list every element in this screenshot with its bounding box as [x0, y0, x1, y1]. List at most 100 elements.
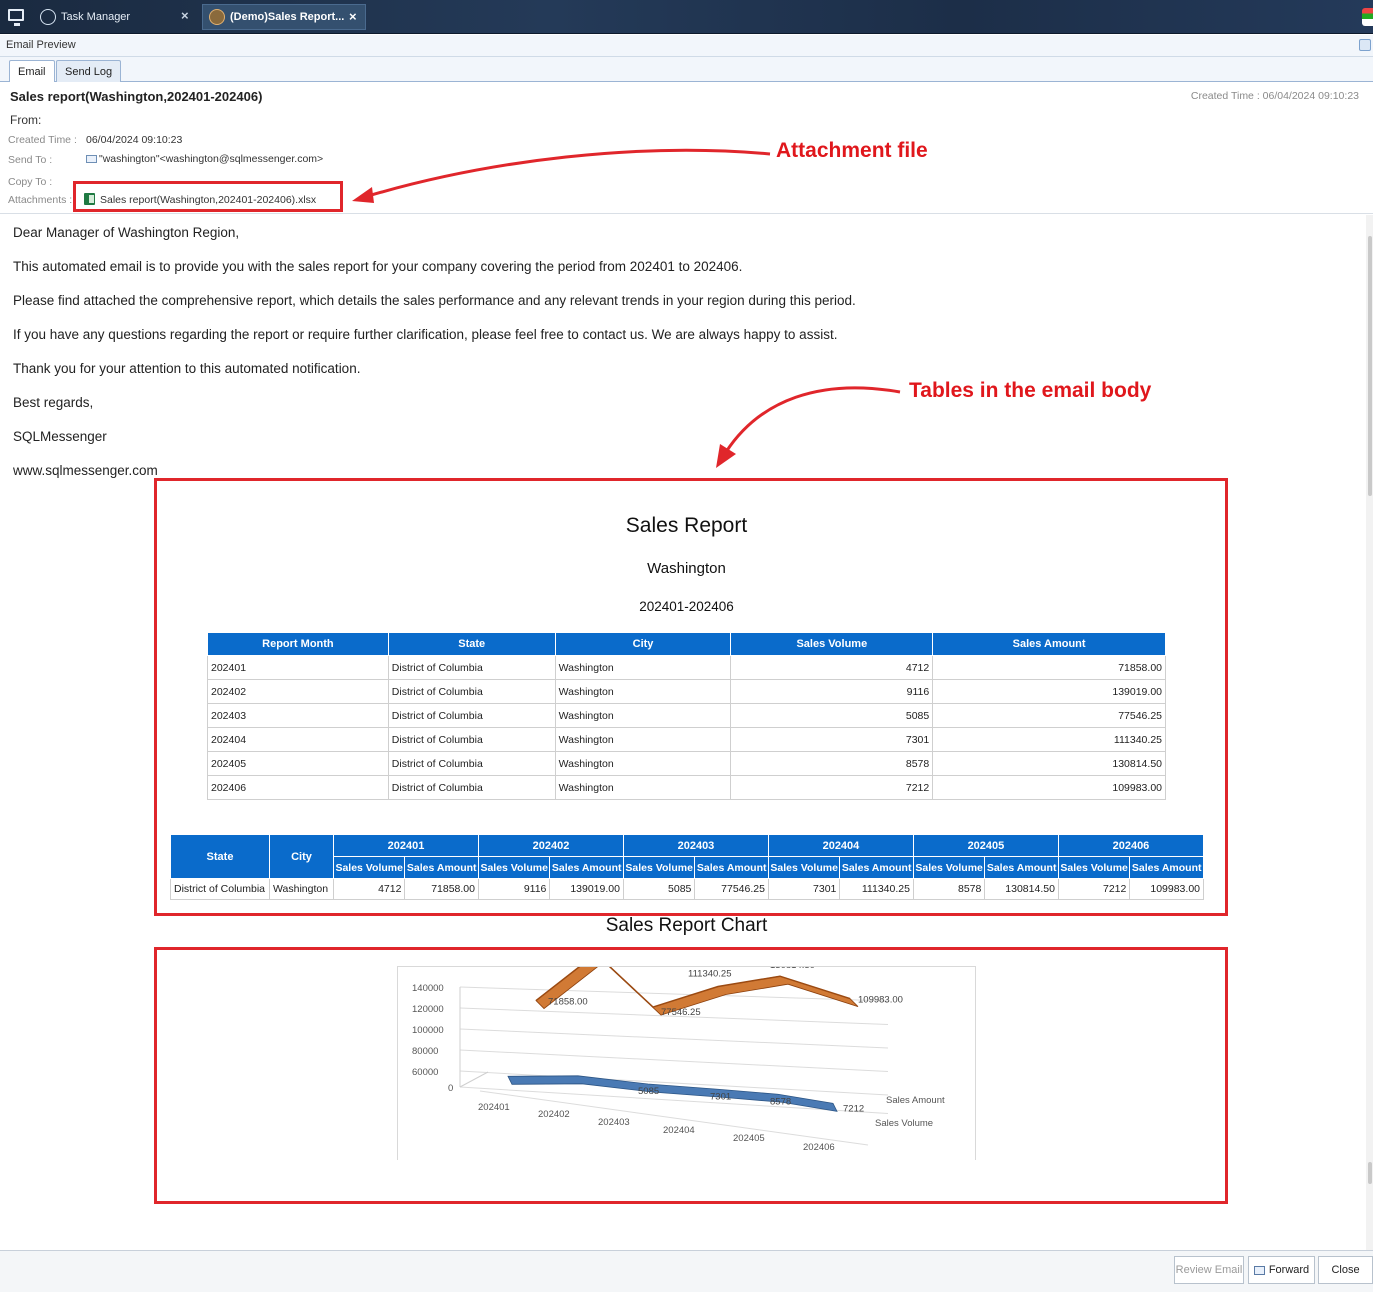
- table-cell: 202405: [207, 751, 389, 776]
- table-cell: District of Columbia: [387, 751, 556, 776]
- tab-label: (Demo)Sales Report...: [230, 11, 345, 23]
- report-period: 202401-202406: [639, 599, 734, 614]
- table-cell: 202403: [207, 703, 389, 728]
- report-task-icon: [209, 9, 225, 25]
- body-website[interactable]: www.sqlmessenger.com: [13, 463, 158, 478]
- email-subject: Sales report(Washington,202401-202406): [10, 89, 263, 104]
- sales-chart: 140000 120000 100000 80000 60000 0 202401 20240…: [397, 952, 976, 1160]
- month-header: 202406: [1057, 834, 1205, 857]
- data-label-volume: 7212: [843, 1103, 864, 1114]
- desktop-icon[interactable]: [8, 9, 24, 26]
- month-header: 202403: [622, 834, 769, 857]
- series-label-volume: Sales Volume: [875, 1118, 933, 1129]
- x-tick-label: 202405: [733, 1133, 765, 1144]
- scrollbar-thumb-lower[interactable]: [1368, 1162, 1372, 1184]
- table-cell: 71858.00: [932, 655, 1166, 680]
- envelope-icon: [86, 155, 97, 163]
- table-cell: 111340.25: [932, 727, 1166, 752]
- table-cell: 202404: [207, 727, 389, 752]
- sub-header: Sales Volume: [1057, 856, 1131, 879]
- column-header: State: [387, 632, 556, 656]
- body-signoff: Best regards,: [13, 395, 94, 410]
- table-cell: Washington: [554, 655, 732, 680]
- close-button[interactable]: Close: [1318, 1256, 1373, 1284]
- attachments-label: Attachments :: [8, 194, 73, 206]
- sub-header: Sales Amount: [694, 856, 769, 879]
- y-tick-label: 120000: [412, 1004, 444, 1015]
- table-cell: 202406: [207, 775, 389, 800]
- table-cell: 109983.00: [932, 775, 1166, 800]
- x-tick-label: 202402: [538, 1109, 570, 1120]
- preview-title: Email Preview: [6, 39, 76, 51]
- table-cell: District of Columbia: [170, 878, 270, 900]
- tab-demo-sales-report[interactable]: (Demo)Sales Report... ×: [202, 4, 366, 30]
- close-tab-icon[interactable]: ×: [349, 9, 357, 24]
- sub-header: Sales Amount: [1129, 856, 1204, 879]
- scrollbar-thumb[interactable]: [1368, 236, 1372, 496]
- close-tab-icon[interactable]: ×: [181, 8, 189, 23]
- tab-send-log[interactable]: Send Log: [56, 60, 122, 82]
- body-greeting: Dear Manager of Washington Region,: [13, 225, 240, 240]
- table-row: 202406 District of Columbia Washington 7212…: [207, 775, 1166, 800]
- y-tick-label: 140000: [412, 983, 444, 994]
- month-header: 202405: [912, 834, 1059, 857]
- tables-arrow: [716, 386, 901, 468]
- table-cell: 4712: [332, 878, 406, 900]
- data-label-volume: 7301: [710, 1091, 731, 1102]
- table-cell: 139019.00: [932, 679, 1166, 704]
- table-cell: 7301: [730, 727, 934, 752]
- body-paragraph: Thank you for your attention to this aut…: [13, 361, 361, 376]
- y-tick-label: 0: [448, 1083, 453, 1094]
- tab-email[interactable]: Email: [9, 60, 55, 83]
- data-label-amount: 71858.00: [548, 997, 588, 1008]
- x-tick-label: 202403: [598, 1117, 630, 1128]
- sub-header: Sales Amount: [984, 856, 1059, 879]
- attachment-highlight-box: [73, 181, 343, 212]
- month-header: 202401: [333, 834, 479, 857]
- review-email-button[interactable]: Review Email: [1174, 1256, 1244, 1284]
- table-cell: 202401: [207, 655, 389, 680]
- report-title: Sales Report: [625, 514, 748, 537]
- forward-icon: [1253, 1265, 1265, 1275]
- table-cell: District of Columbia: [387, 775, 556, 800]
- sub-header: Sales Amount: [404, 856, 479, 879]
- task-manager-icon: [40, 9, 56, 25]
- table-cell: 4712: [730, 655, 934, 680]
- x-tick-label: 202401: [478, 1102, 510, 1113]
- email-preview-header: Email Preview: [0, 35, 1373, 57]
- table-cell: Washington: [269, 878, 334, 900]
- x-tick-label: 202404: [663, 1125, 695, 1136]
- tab-label: Task Manager: [61, 11, 131, 23]
- data-label-amount: 77546.25: [661, 1007, 701, 1018]
- table-cell: 7301: [767, 878, 841, 900]
- table-cell: Washington: [554, 703, 732, 728]
- restore-window-icon[interactable]: [1359, 39, 1371, 51]
- send-to-value: "washington"<washington@sqlmessenger.com…: [86, 153, 323, 165]
- column-header: Sales Amount: [932, 632, 1166, 656]
- copy-to-label: Copy To :: [8, 176, 53, 188]
- table-cell: Washington: [554, 727, 732, 752]
- table-cell: Washington: [554, 751, 732, 776]
- table-row: 202403 District of Columbia Washington 5085…: [207, 703, 1166, 728]
- tab-task-manager[interactable]: Task Manager ×: [40, 4, 200, 30]
- sub-header: Sales Volume: [332, 856, 406, 879]
- table-cell: Washington: [554, 679, 732, 704]
- table-cell: 77546.25: [694, 878, 769, 900]
- y-tick-label: 80000: [412, 1046, 438, 1057]
- table-cell: 77546.25: [932, 703, 1166, 728]
- table-row: 202401 District of Columbia Washington 4712…: [207, 655, 1166, 680]
- table-cell: 9116: [477, 878, 551, 900]
- table-cell: 7212: [1057, 878, 1131, 900]
- forward-button[interactable]: Forward: [1248, 1256, 1315, 1284]
- column-header: State: [170, 834, 270, 879]
- table-cell: 71858.00: [404, 878, 479, 900]
- x-tick-label: 202406: [803, 1142, 835, 1153]
- sub-header: Sales Amount: [549, 856, 624, 879]
- chart-title: Sales Report Chart: [605, 915, 768, 936]
- footer-bar: Review Email Forward Close: [0, 1250, 1373, 1292]
- send-to-address: "washington"<washington@sqlmessenger.com…: [99, 153, 324, 165]
- table-cell: 8578: [912, 878, 986, 900]
- column-header: Sales Volume: [730, 632, 934, 656]
- table-row: 202405 District of Columbia Washington 8578…: [207, 751, 1166, 776]
- floor-line: [459, 1071, 489, 1088]
